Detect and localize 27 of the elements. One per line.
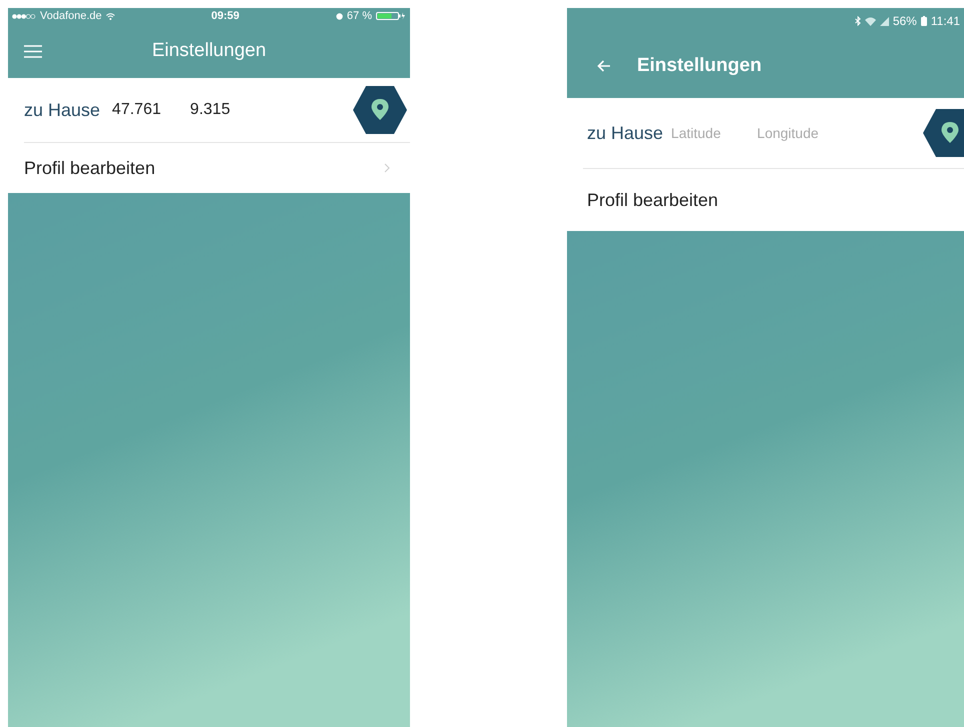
latitude-field[interactable]: Latitude: [671, 123, 750, 143]
longitude-field[interactable]: 9.315: [190, 99, 256, 121]
status-time: 09:59: [211, 10, 240, 22]
wifi-icon: [864, 16, 876, 26]
battery-icon: [376, 12, 406, 20]
menu-icon[interactable]: [24, 44, 42, 58]
signal-icon: [12, 14, 36, 18]
battery-percent: 67 %: [346, 10, 372, 22]
carrier-name: Vodafone.de: [40, 10, 102, 22]
location-name: zu Hause: [24, 100, 100, 120]
wifi-icon: [106, 12, 115, 20]
back-arrow-icon[interactable]: [596, 60, 611, 72]
location-name: zu Hause: [586, 122, 664, 144]
alarm-icon: [336, 12, 343, 20]
cell-signal-icon: [880, 16, 889, 26]
longitude-field[interactable]: Longitude: [757, 123, 836, 143]
battery-percent: 56%: [892, 14, 917, 28]
location-pin-button[interactable]: [922, 108, 964, 158]
bluetooth-icon: [854, 16, 861, 26]
latitude-field[interactable]: 47.761: [112, 99, 178, 121]
battery-icon: [920, 16, 927, 26]
screen-title: Einstellungen: [636, 55, 762, 77]
menu-item-label[interactable]: Profil bearbeiten: [586, 190, 718, 210]
status-time: 11:41: [930, 14, 960, 28]
menu-item-label[interactable]: Profil bearbeiten: [24, 158, 156, 178]
location-pin-button[interactable]: [352, 85, 408, 135]
screen-title: Einstellungen: [152, 40, 266, 62]
